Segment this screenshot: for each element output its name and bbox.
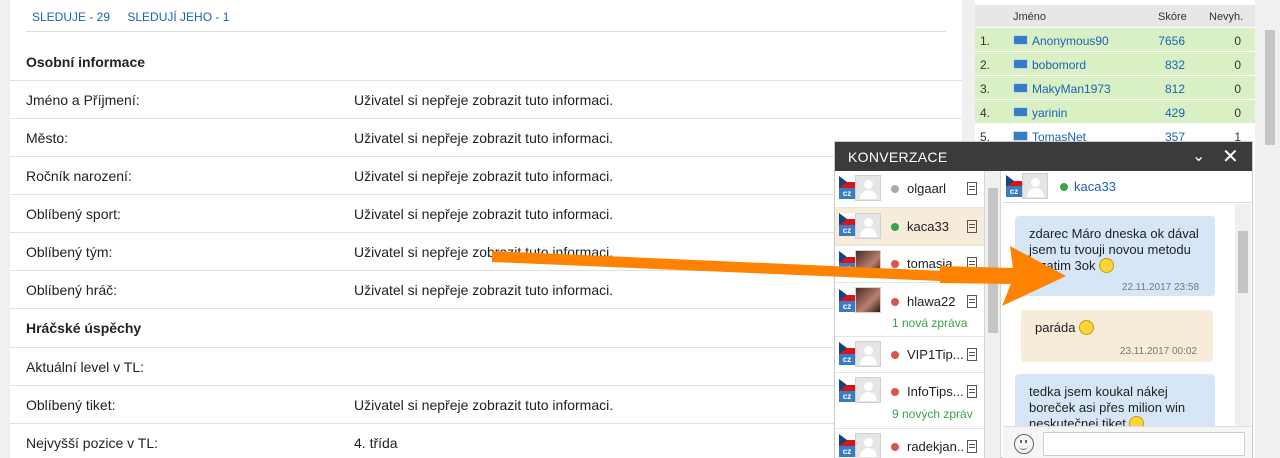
arrow-shaft	[492, 251, 945, 281]
annotation-arrow	[492, 246, 1066, 306]
arrow-neck	[940, 266, 1014, 284]
